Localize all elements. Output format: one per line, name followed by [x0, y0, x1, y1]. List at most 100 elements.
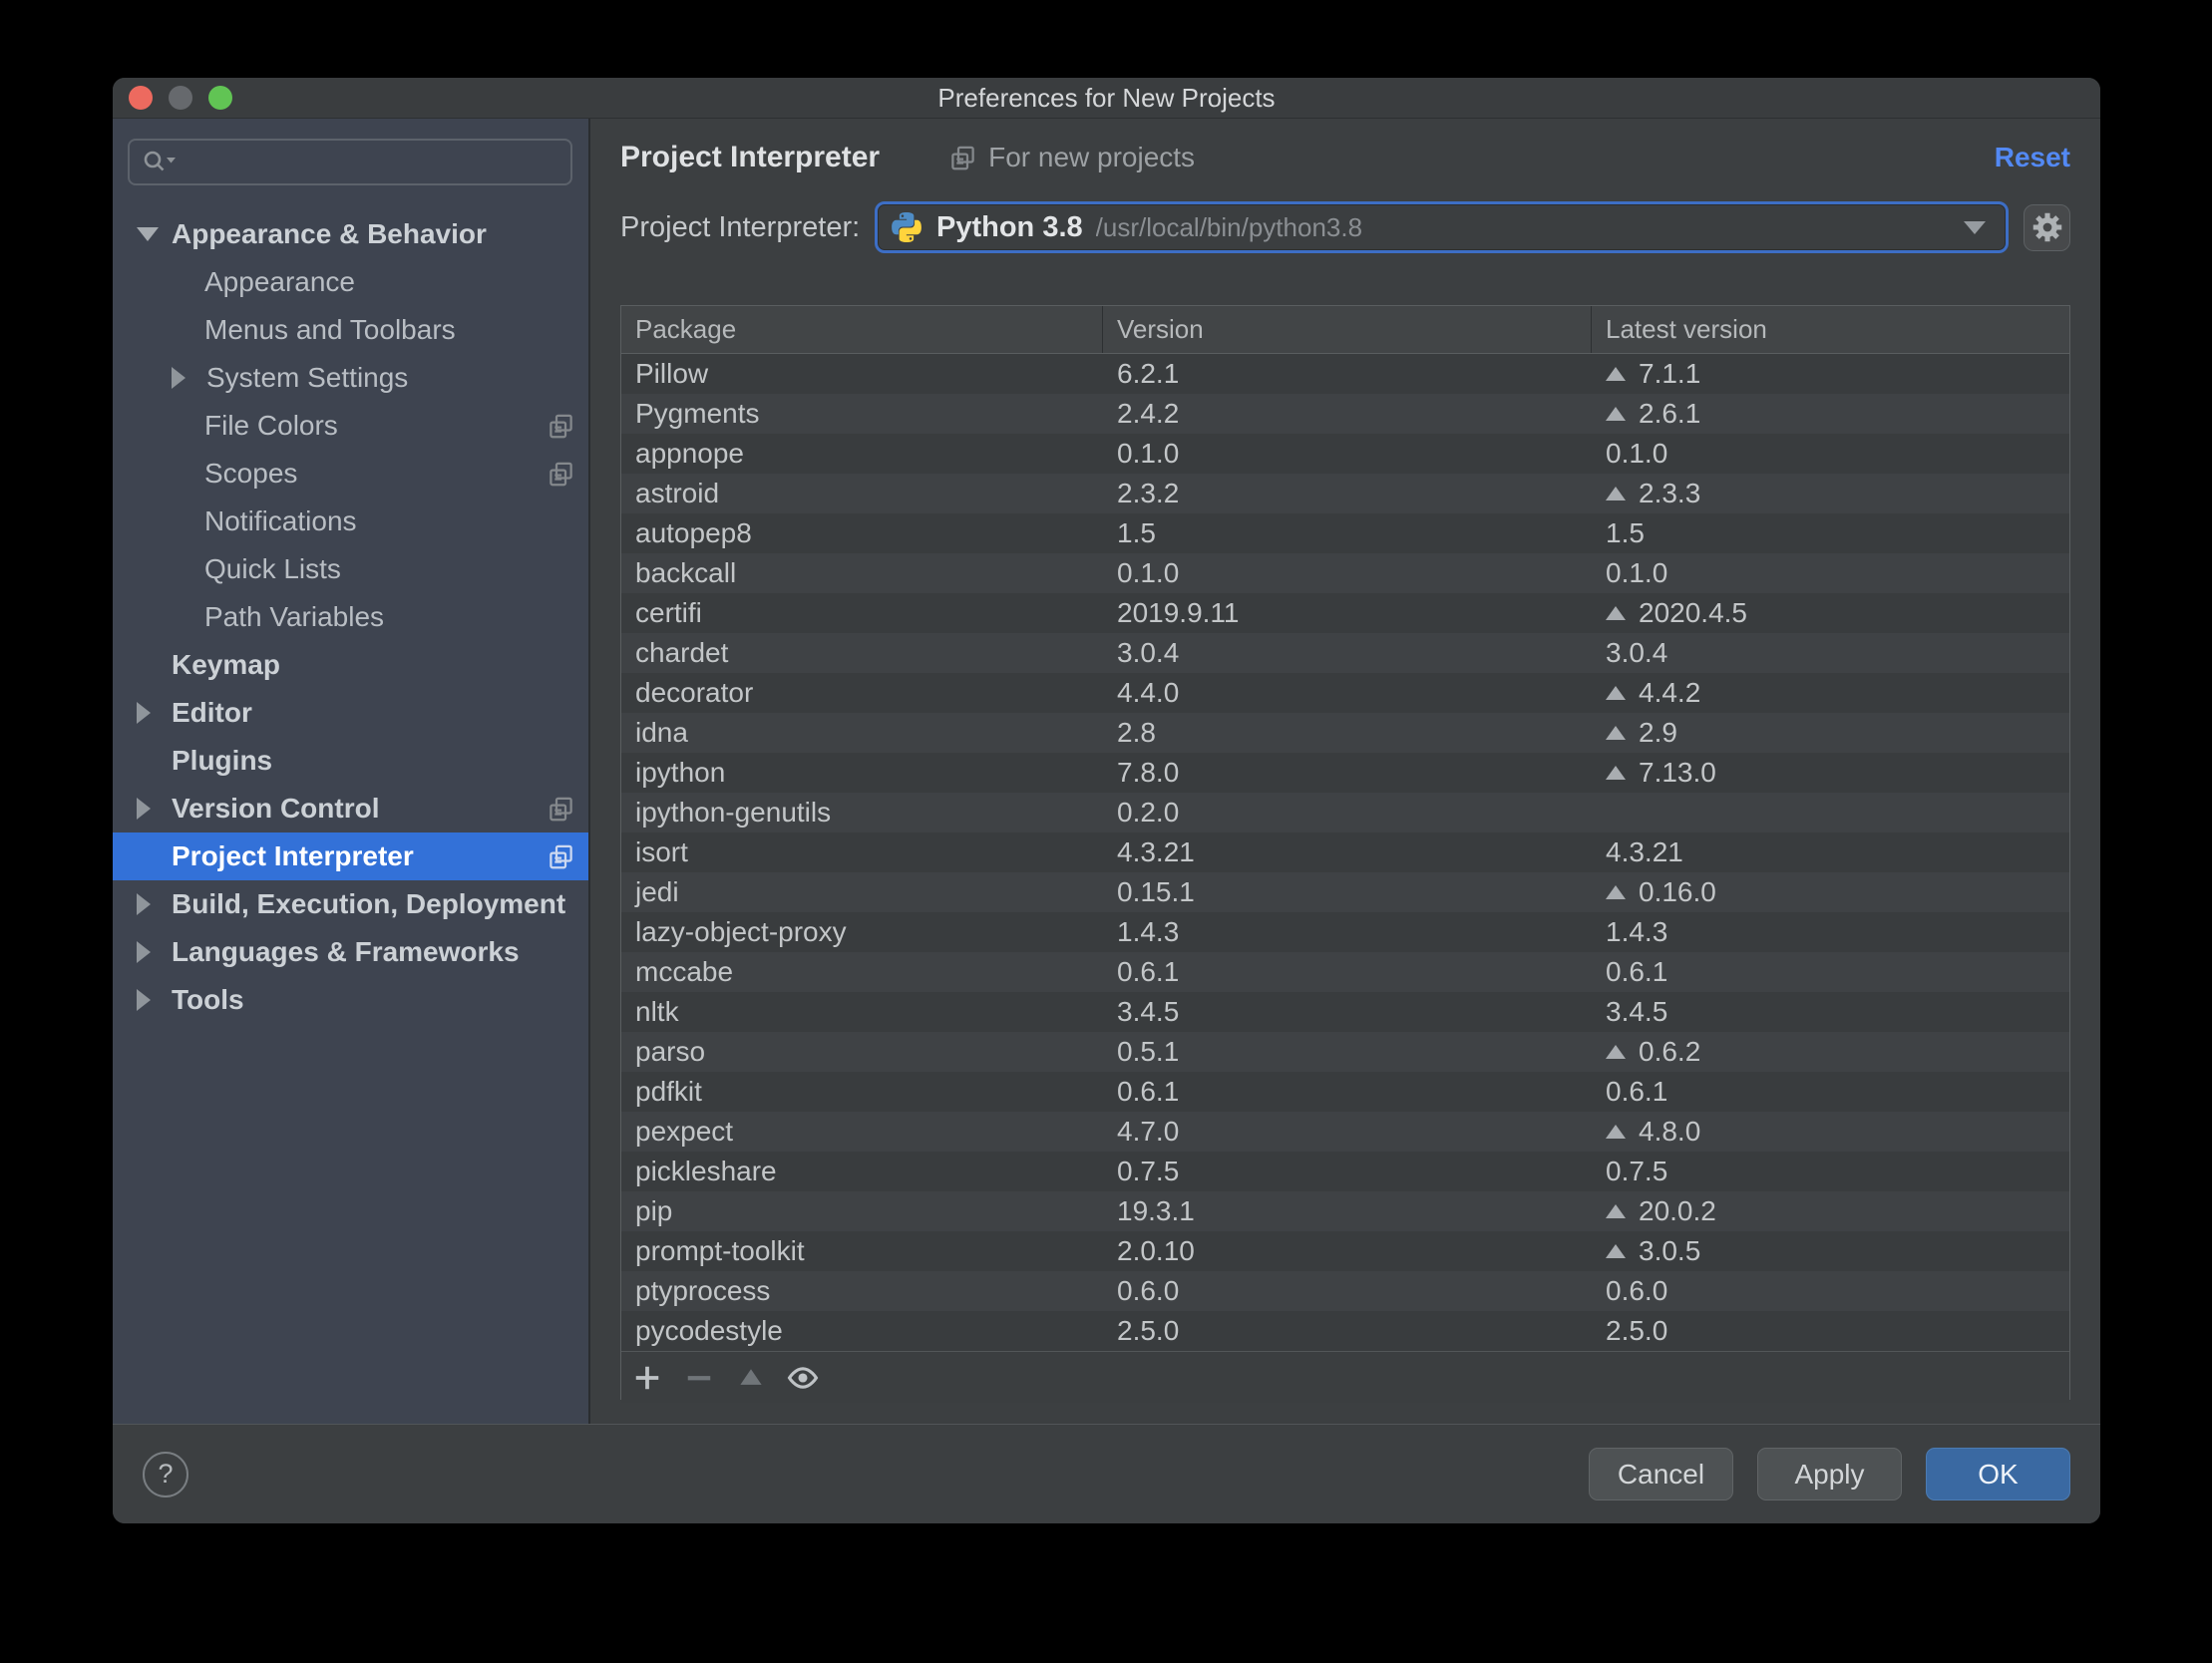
package-row-chardet[interactable]: chardet 3.0.4 3.0.4	[621, 633, 2069, 673]
sidebar-item-file-colors[interactable]: File Colors	[113, 402, 588, 450]
package-row-ptyprocess[interactable]: ptyprocess 0.6.0 0.6.0	[621, 1271, 2069, 1311]
expand-arrow-icon[interactable]	[137, 798, 151, 820]
sidebar-item-version-control[interactable]: Version Control	[113, 785, 588, 832]
sidebar-item-languages-frameworks[interactable]: Languages & Frameworks	[113, 928, 588, 976]
package-row-pillow[interactable]: Pillow 6.2.1 7.1.1	[621, 354, 2069, 394]
package-row-idna[interactable]: idna 2.8 2.9	[621, 713, 2069, 753]
ok-button[interactable]: OK	[1926, 1448, 2070, 1500]
show-early-releases-button[interactable]	[785, 1360, 821, 1396]
latest-version-label: 4.8.0	[1639, 1116, 1701, 1147]
apply-button[interactable]: Apply	[1757, 1448, 1902, 1500]
package-row-pygments[interactable]: Pygments 2.4.2 2.6.1	[621, 394, 2069, 434]
sidebar-item-label: Notifications	[204, 505, 357, 536]
latest-version-cell: 3.4.5	[1592, 996, 2069, 1028]
package-row-certifi[interactable]: certifi 2019.9.11 2020.4.5	[621, 593, 2069, 633]
sidebar-item-scopes[interactable]: Scopes	[113, 450, 588, 498]
sidebar-item-label: Version Control	[172, 793, 380, 824]
package-row-pickleshare[interactable]: pickleshare 0.7.5 0.7.5	[621, 1152, 2069, 1191]
search-input[interactable]	[178, 147, 558, 177]
expand-arrow-icon[interactable]	[137, 702, 151, 724]
sidebar-item-label: Keymap	[172, 649, 280, 680]
version-cell: 0.6.1	[1117, 1076, 1180, 1107]
sidebar-item-appearance-behavior[interactable]: Appearance & Behavior	[113, 210, 588, 258]
version-cell: 2.4.2	[1117, 398, 1180, 429]
package-row-decorator[interactable]: decorator 4.4.0 4.4.2	[621, 673, 2069, 713]
version-cell: 7.8.0	[1117, 757, 1180, 788]
latest-version-label: 3.0.5	[1639, 1235, 1701, 1266]
expand-arrow-icon[interactable]	[137, 989, 151, 1011]
help-button[interactable]: ?	[143, 1451, 188, 1497]
package-row-parso[interactable]: parso 0.5.1 0.6.2	[621, 1032, 2069, 1072]
package-row-mccabe[interactable]: mccabe 0.6.1 0.6.1	[621, 952, 2069, 992]
package-row-autopep8[interactable]: autopep8 1.5 1.5	[621, 513, 2069, 553]
package-row-jedi[interactable]: jedi 0.15.1 0.16.0	[621, 872, 2069, 912]
traffic-lights	[129, 78, 232, 118]
package-row-pexpect[interactable]: pexpect 4.7.0 4.8.0	[621, 1112, 2069, 1152]
column-header-version[interactable]: Version	[1103, 306, 1592, 353]
interpreter-settings-button[interactable]	[2024, 203, 2070, 251]
close-window-button[interactable]	[129, 86, 153, 110]
sidebar-item-path-variables[interactable]: Path Variables	[113, 593, 588, 641]
sidebar-item-appearance[interactable]: Appearance	[113, 258, 588, 306]
install-package-button[interactable]	[629, 1360, 665, 1396]
latest-version-cell: 4.8.0	[1592, 1116, 2069, 1148]
package-row-ipython-genutils[interactable]: ipython-genutils 0.2.0	[621, 793, 2069, 832]
settings-search-field[interactable]	[128, 139, 572, 185]
column-header-package[interactable]: Package	[621, 306, 1103, 353]
reset-link[interactable]: Reset	[1995, 142, 2070, 173]
package-row-isort[interactable]: isort 4.3.21 4.3.21	[621, 832, 2069, 872]
copied-settings-icon	[548, 461, 574, 488]
package-row-prompt-toolkit[interactable]: prompt-toolkit 2.0.10 3.0.5	[621, 1231, 2069, 1271]
interpreter-select[interactable]: Python 3.8 /usr/local/bin/python3.8	[875, 201, 2009, 253]
upgrade-available-icon	[1606, 407, 1626, 421]
sidebar-item-editor[interactable]: Editor	[113, 689, 588, 737]
minimize-window-button[interactable]	[169, 86, 192, 110]
package-row-pycodestyle[interactable]: pycodestyle 2.5.0 2.5.0	[621, 1311, 2069, 1351]
sidebar-item-tools[interactable]: Tools	[113, 976, 588, 1024]
latest-version-label: 0.16.0	[1639, 876, 1716, 907]
package-row-pdfkit[interactable]: pdfkit 0.6.1 0.6.1	[621, 1072, 2069, 1112]
sidebar-item-plugins[interactable]: Plugins	[113, 737, 588, 785]
package-row-appnope[interactable]: appnope 0.1.0 0.1.0	[621, 434, 2069, 474]
cancel-button[interactable]: Cancel	[1589, 1448, 1733, 1500]
version-cell: 3.4.5	[1117, 996, 1180, 1027]
latest-version-cell: 2020.4.5	[1592, 597, 2069, 629]
version-cell: 0.6.0	[1117, 1275, 1180, 1306]
scope-note: For new projects	[949, 142, 1195, 173]
expand-arrow-icon[interactable]	[137, 941, 151, 963]
sidebar-item-quick-lists[interactable]: Quick Lists	[113, 545, 588, 593]
sidebar-item-notifications[interactable]: Notifications	[113, 498, 588, 545]
sidebar-item-menus-and-toolbars[interactable]: Menus and Toolbars	[113, 306, 588, 354]
version-cell: 6.2.1	[1117, 358, 1180, 389]
zoom-window-button[interactable]	[208, 86, 232, 110]
latest-version-cell: 20.0.2	[1592, 1195, 2069, 1227]
package-row-lazy-object-proxy[interactable]: lazy-object-proxy 1.4.3 1.4.3	[621, 912, 2069, 952]
package-row-nltk[interactable]: nltk 3.4.5 3.4.5	[621, 992, 2069, 1032]
sidebar-item-project-interpreter[interactable]: Project Interpreter	[113, 832, 588, 880]
latest-version-cell: 7.1.1	[1592, 358, 2069, 390]
interpreter-row: Project Interpreter: Python 3.8 /usr/loc…	[620, 201, 2070, 253]
version-cell: 3.0.4	[1117, 637, 1180, 668]
expand-arrow-icon[interactable]	[172, 367, 185, 389]
package-row-pip[interactable]: pip 19.3.1 20.0.2	[621, 1191, 2069, 1231]
package-row-astroid[interactable]: astroid 2.3.2 2.3.3	[621, 474, 2069, 513]
version-cell: 0.15.1	[1117, 876, 1195, 907]
copied-settings-icon	[951, 146, 974, 169]
latest-version-label: 3.0.4	[1606, 637, 1668, 668]
package-name-cell: pip	[635, 1195, 673, 1226]
sidebar-item-build-execution-deployment[interactable]: Build, Execution, Deployment	[113, 880, 588, 928]
expand-arrow-icon[interactable]	[137, 893, 151, 915]
copied-settings-icon	[548, 413, 574, 440]
package-name-cell: prompt-toolkit	[635, 1235, 805, 1266]
sidebar-item-system-settings[interactable]: System Settings	[113, 354, 588, 402]
package-row-ipython[interactable]: ipython 7.8.0 7.13.0	[621, 753, 2069, 793]
latest-version-cell: 2.5.0	[1592, 1315, 2069, 1347]
package-row-backcall[interactable]: backcall 0.1.0 0.1.0	[621, 553, 2069, 593]
column-header-latest-version[interactable]: Latest version	[1592, 306, 2069, 353]
sidebar-item-keymap[interactable]: Keymap	[113, 641, 588, 689]
version-cell: 2.8	[1117, 717, 1156, 748]
window-titlebar[interactable]: Preferences for New Projects	[113, 78, 2100, 119]
packages-table-body: Pillow 6.2.1 7.1.1 Pygments 2.4.2 2.6.1 appnop…	[621, 354, 2069, 1351]
package-name-cell: chardet	[635, 637, 729, 668]
collapse-arrow-icon[interactable]	[137, 227, 159, 241]
